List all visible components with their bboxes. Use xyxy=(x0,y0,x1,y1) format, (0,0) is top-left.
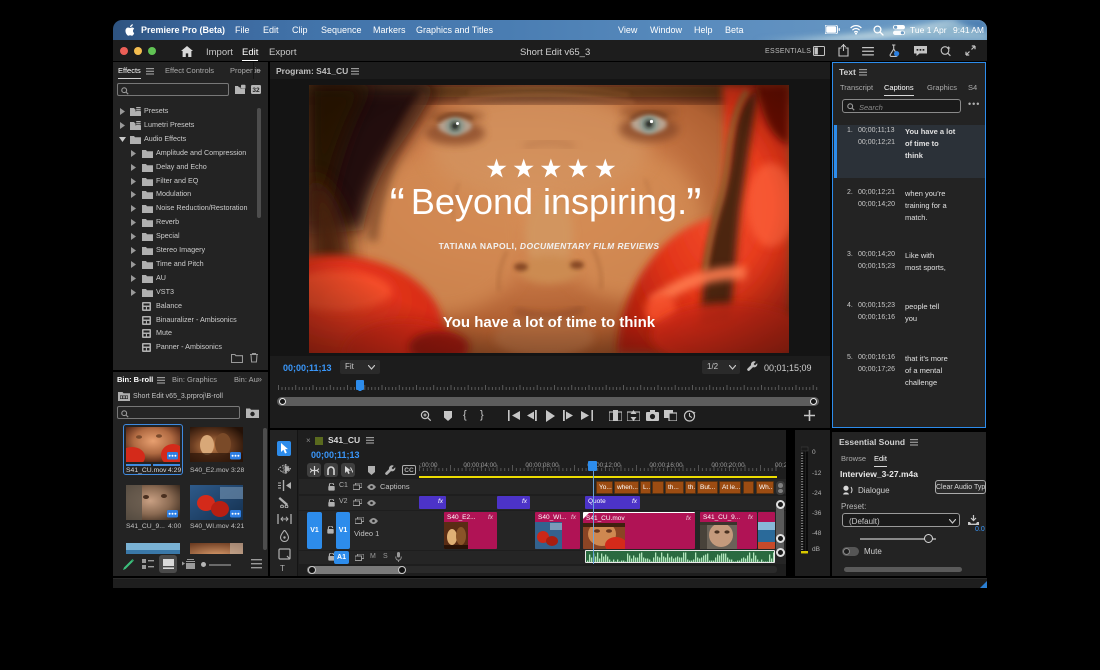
svg-text:32: 32 xyxy=(252,87,260,94)
svg-text:00;00;20;00: 00;00;20;00 xyxy=(711,462,745,469)
svg-text:00;00;16;00: 00;00;16;00 xyxy=(649,462,683,469)
svg-text:00;00;08;00: 00;00;08;00 xyxy=(525,462,559,469)
svg-text:00;2: 00;2 xyxy=(775,462,786,469)
svg-text:;00;00: ;00;00 xyxy=(420,462,438,469)
svg-text:00;00;04;00: 00;00;04;00 xyxy=(463,462,497,469)
